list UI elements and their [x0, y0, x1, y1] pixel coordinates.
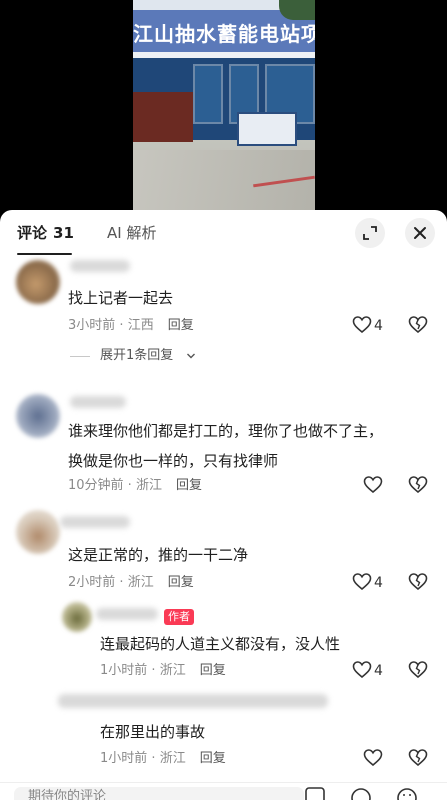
reply-button[interactable]: 回复	[176, 478, 202, 493]
comment-text: 谁来理你他们都是打工的，理你了也做不了主， 换做是你也一样的，只有找律师	[68, 418, 438, 474]
like-button[interactable]	[363, 475, 399, 497]
image-icon[interactable]	[304, 785, 326, 800]
heart-icon	[363, 476, 383, 494]
avatar[interactable]	[16, 394, 60, 438]
comment-meta: 2小时前 · 浙江 回复	[68, 575, 194, 590]
comment-meta: 1小时前 · 浙江 回复	[100, 751, 226, 766]
video-frame: 江山抽水蓄能电站项目经	[133, 0, 315, 222]
comment-time: 1小时前	[100, 751, 148, 766]
comment-location: 浙江	[127, 575, 154, 590]
comment-sheet: 评论 31 AI 解析 找上记者一起去 3小时前 · 江西 回复 4 展开1条回…	[0, 210, 447, 800]
close-button[interactable]	[405, 218, 435, 248]
like-button[interactable]	[363, 748, 399, 770]
avatar[interactable]	[62, 602, 92, 632]
like-button[interactable]: 4	[352, 572, 388, 594]
reply-button[interactable]: 回复	[168, 575, 194, 590]
comment-location: 浙江	[159, 751, 186, 766]
comment-text: 找上记者一起去	[68, 289, 174, 307]
username-blurred	[70, 396, 126, 408]
comment-time: 1小时前	[100, 663, 148, 678]
emoji-icon-glyph	[397, 788, 417, 800]
comment-location: 浙江	[159, 663, 186, 678]
author-badge: 作者	[164, 609, 194, 625]
broken-heart-icon	[408, 476, 428, 494]
like-count: 4	[374, 663, 383, 679]
comment-text-line: 谁来理你他们都是打工的，理你了也做不了主，	[68, 422, 384, 440]
heart-icon	[352, 573, 372, 591]
dislike-button[interactable]	[408, 475, 430, 497]
heart-icon	[352, 316, 372, 334]
username-blurred	[60, 516, 130, 528]
heart-icon	[352, 661, 372, 679]
dislike-button[interactable]	[408, 315, 430, 337]
broken-heart-icon	[408, 749, 428, 767]
comment-text-line: 换做是你也一样的，只有找律师	[68, 452, 279, 470]
tab-ai-analysis[interactable]: AI 解析	[107, 222, 156, 244]
broken-heart-icon	[408, 661, 428, 679]
close-icon	[414, 227, 426, 239]
comment-input-placeholder: 期待你的评论	[28, 789, 107, 800]
avatar[interactable]	[16, 260, 60, 304]
image-icon-glyph	[305, 787, 325, 800]
reply-button[interactable]: 回复	[200, 751, 226, 766]
divider-line	[70, 356, 90, 357]
comment-text: 这是正常的，推的一干二净	[68, 546, 249, 564]
building-sign-text: 江山抽水蓄能电站项目经	[133, 22, 315, 46]
like-count: 4	[374, 575, 383, 591]
sheet-header: 评论 31 AI 解析	[0, 210, 447, 258]
like-count: 4	[374, 318, 383, 334]
tab-comments-label: 评论	[17, 224, 48, 242]
mention-icon[interactable]	[350, 785, 372, 800]
tab-comments[interactable]: 评论 31	[17, 222, 74, 244]
comment-count: 31	[53, 224, 74, 242]
broken-heart-icon	[408, 573, 428, 591]
mention-icon-glyph	[351, 788, 371, 800]
tree	[279, 0, 315, 20]
comment-input-bar: 期待你的评论	[0, 782, 447, 800]
like-button[interactable]: 4	[352, 660, 388, 682]
active-tab-indicator	[17, 253, 72, 255]
entrance	[133, 92, 193, 142]
comment-time: 10分钟前	[68, 478, 124, 493]
comment-location: 江西	[127, 318, 154, 333]
window	[193, 64, 223, 124]
comment-meta: 1小时前 · 浙江 回复	[100, 663, 226, 678]
avatar[interactable]	[16, 510, 60, 554]
notice-board	[237, 112, 297, 146]
expand-button[interactable]	[355, 218, 385, 248]
expand-icon	[363, 226, 377, 240]
emoji-icon[interactable]	[396, 785, 418, 800]
dislike-button[interactable]	[408, 660, 430, 682]
comment-input[interactable]: 期待你的评论	[14, 787, 304, 800]
video-player[interactable]: 江山抽水蓄能电站项目经	[0, 0, 447, 222]
dislike-button[interactable]	[408, 748, 430, 770]
comment-meta: 3小时前 · 江西 回复	[68, 318, 194, 333]
chevron-down-icon	[187, 353, 195, 359]
expand-replies-label: 展开1条回复	[100, 348, 174, 363]
username-blurred	[70, 260, 130, 272]
comment-meta: 10分钟前 · 浙江 回复	[68, 478, 202, 493]
broken-heart-icon	[408, 316, 428, 334]
comment-location: 浙江	[135, 478, 162, 493]
username-blurred	[58, 694, 328, 708]
comment-time: 2小时前	[68, 575, 116, 590]
reply-button[interactable]: 回复	[168, 318, 194, 333]
reply-button[interactable]: 回复	[200, 663, 226, 678]
comment-time: 3小时前	[68, 318, 116, 333]
like-button[interactable]: 4	[352, 315, 388, 337]
heart-icon	[363, 749, 383, 767]
comment-text: 连最起码的人道主义都没有，没人性	[100, 635, 341, 653]
username-blurred	[96, 608, 158, 620]
dislike-button[interactable]	[408, 572, 430, 594]
comment-text: 在那里出的事故	[100, 723, 206, 741]
